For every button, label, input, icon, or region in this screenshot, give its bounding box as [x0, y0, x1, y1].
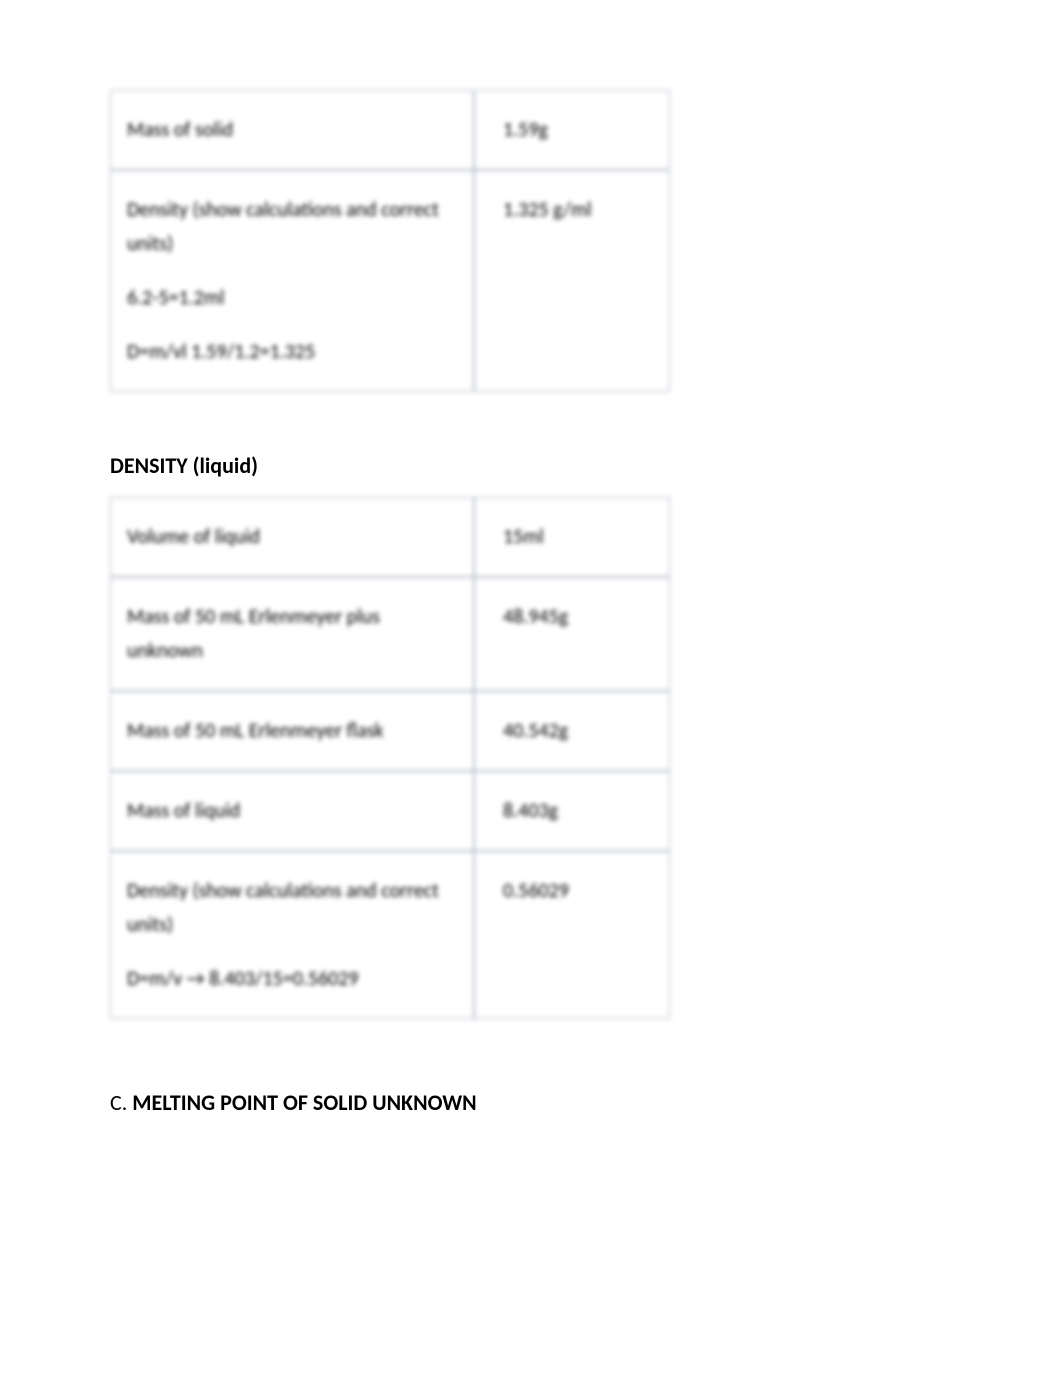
table-row: Density (show calculations and correct u… — [110, 170, 670, 392]
row-label-cell: Mass of solid — [110, 90, 474, 170]
row-value-cell: 1.59g — [474, 90, 670, 170]
row-value: 1.325 g/ml — [503, 198, 592, 222]
row-label: Mass of 50 mL Erlenmeyer flask — [127, 719, 384, 743]
row-value-cell: 1.325 g/ml — [474, 170, 670, 392]
row-value: 40.542g — [503, 719, 568, 743]
row-value-cell: 15ml — [474, 497, 670, 577]
section-heading-density-liquid: DENSITY (liquid) — [110, 452, 952, 479]
row-value-cell: 48.945g — [474, 577, 670, 691]
row-label: Mass of solid — [127, 118, 233, 142]
density-liquid-table: Volume of liquid 15ml Mass of 50 mL Erle… — [110, 497, 670, 1019]
row-value: 15ml — [503, 525, 544, 549]
heading-text: DENSITY (liquid) — [110, 452, 258, 479]
row-calc: D=m/vl 1.59/1.2=1.325 — [127, 335, 457, 369]
row-value-cell: 40.542g — [474, 691, 670, 771]
row-label: Mass of liquid — [127, 799, 240, 823]
row-label: Mass of 50 mL Erlenmeyer plus unknown — [127, 605, 380, 663]
row-label-cell: Density (show calculations and correct u… — [110, 170, 474, 392]
row-value-cell: 0.56029 — [474, 851, 670, 1019]
row-label-cell: Mass of liquid — [110, 771, 474, 851]
heading-prefix: C. — [110, 1089, 132, 1116]
row-label-cell: Volume of liquid — [110, 497, 474, 577]
table-row: Mass of liquid 8.403g — [110, 771, 670, 851]
density-solid-table: Mass of solid 1.59g Density (show calcul… — [110, 90, 670, 392]
row-value: 1.59g — [503, 118, 548, 142]
row-label-cell: Mass of 50 mL Erlenmeyer flask — [110, 691, 474, 771]
section-heading-melting-point: C. MELTING POINT OF SOLID UNKNOWN — [110, 1089, 952, 1116]
row-calc: D=m/v → 8.403/15=0.56029 — [127, 962, 457, 996]
table-row: Volume of liquid 15ml — [110, 497, 670, 577]
row-label: Density (show calculations and correct u… — [127, 879, 439, 937]
row-value: 8.403g — [503, 799, 558, 823]
table-row: Mass of 50 mL Erlenmeyer flask 40.542g — [110, 691, 670, 771]
table-row: Density (show calculations and correct u… — [110, 851, 670, 1019]
heading-text: MELTING POINT OF SOLID UNKNOWN — [132, 1089, 476, 1116]
row-value-cell: 8.403g — [474, 771, 670, 851]
table-row: Mass of solid 1.59g — [110, 90, 670, 170]
row-label: Volume of liquid — [127, 525, 260, 549]
table-row: Mass of 50 mL Erlenmeyer plus unknown 48… — [110, 577, 670, 691]
row-label-cell: Density (show calculations and correct u… — [110, 851, 474, 1019]
row-label-cell: Mass of 50 mL Erlenmeyer plus unknown — [110, 577, 474, 691]
row-value: 48.945g — [503, 605, 568, 629]
row-calc: 6.2-5=1.2ml — [127, 281, 457, 315]
row-value: 0.56029 — [503, 879, 569, 903]
row-label: Density (show calculations and correct u… — [127, 198, 439, 256]
